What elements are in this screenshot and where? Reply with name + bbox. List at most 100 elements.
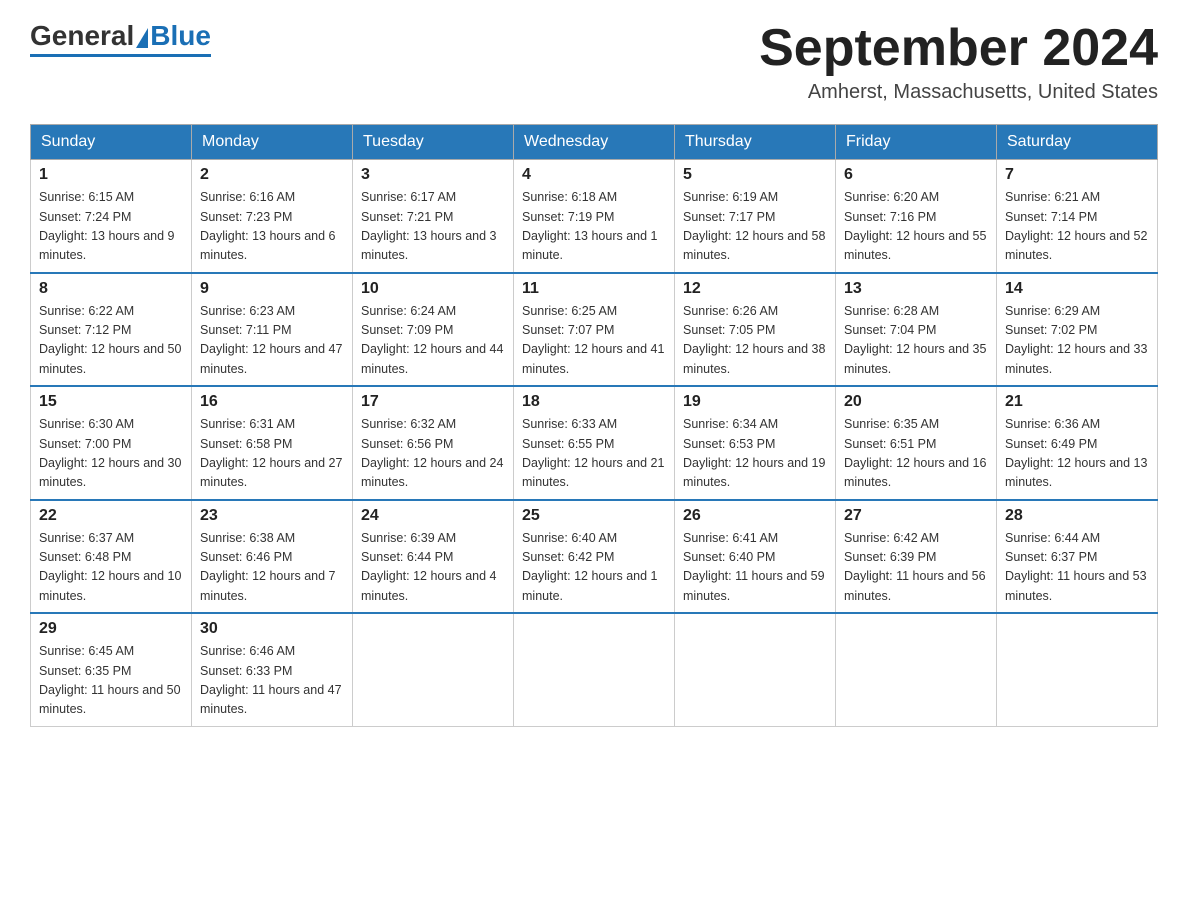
calendar-cell: 6 Sunrise: 6:20 AMSunset: 7:16 PMDaylight… [836, 160, 997, 273]
day-number: 26 [683, 507, 827, 525]
day-info: Sunrise: 6:21 AMSunset: 7:14 PMDaylight:… [1005, 188, 1149, 266]
calendar-cell: 2Sunrise: 6:16 AMSunset: 7:23 PMDaylight… [192, 160, 353, 273]
logo-text: General Blue [30, 20, 211, 52]
calendar-cell: 29 Sunrise: 6:45 AMSunset: 6:35 PMDayligh… [31, 613, 192, 726]
day-info: Sunrise: 6:20 AMSunset: 7:16 PMDaylight:… [844, 188, 988, 266]
day-info: Sunrise: 6:17 AMSunset: 7:21 PMDaylight:… [361, 188, 505, 266]
day-info: Sunrise: 6:32 AMSunset: 6:56 PMDaylight:… [361, 415, 505, 493]
weekday-header-saturday: Saturday [997, 125, 1158, 160]
calendar-cell [514, 613, 675, 726]
calendar-week-row: 1Sunrise: 6:15 AMSunset: 7:24 PMDaylight… [31, 160, 1158, 273]
day-number: 24 [361, 507, 505, 525]
day-info: Sunrise: 6:33 AMSunset: 6:55 PMDaylight:… [522, 415, 666, 493]
calendar-week-row: 15 Sunrise: 6:30 AMSunset: 7:00 PMDayligh… [31, 386, 1158, 500]
day-info: Sunrise: 6:28 AMSunset: 7:04 PMDaylight:… [844, 302, 988, 380]
weekday-header-wednesday: Wednesday [514, 125, 675, 160]
day-info: Sunrise: 6:35 AMSunset: 6:51 PMDaylight:… [844, 415, 988, 493]
day-info: Sunrise: 6:22 AMSunset: 7:12 PMDaylight:… [39, 302, 183, 380]
logo: General Blue [30, 20, 211, 57]
day-number: 4 [522, 166, 666, 184]
calendar-cell: 19Sunrise: 6:34 AMSunset: 6:53 PMDayligh… [675, 386, 836, 500]
day-info: Sunrise: 6:46 AMSunset: 6:33 PMDaylight:… [200, 642, 344, 720]
calendar-cell: 14Sunrise: 6:29 AMSunset: 7:02 PMDayligh… [997, 273, 1158, 387]
day-info: Sunrise: 6:26 AMSunset: 7:05 PMDaylight:… [683, 302, 827, 380]
day-number: 7 [1005, 166, 1149, 184]
weekday-header-monday: Monday [192, 125, 353, 160]
logo-general: General [30, 20, 134, 52]
day-info: Sunrise: 6:16 AMSunset: 7:23 PMDaylight:… [200, 188, 344, 266]
day-number: 1 [39, 166, 183, 184]
day-number: 9 [200, 280, 344, 298]
day-info: Sunrise: 6:44 AMSunset: 6:37 PMDaylight:… [1005, 529, 1149, 607]
calendar-cell: 13 Sunrise: 6:28 AMSunset: 7:04 PMDayligh… [836, 273, 997, 387]
day-number: 27 [844, 507, 988, 525]
day-number: 22 [39, 507, 183, 525]
day-number: 15 [39, 393, 183, 411]
calendar-week-row: 29 Sunrise: 6:45 AMSunset: 6:35 PMDayligh… [31, 613, 1158, 726]
calendar-cell: 8 Sunrise: 6:22 AMSunset: 7:12 PMDaylight… [31, 273, 192, 387]
logo-underline [30, 54, 211, 57]
day-info: Sunrise: 6:40 AMSunset: 6:42 PMDaylight:… [522, 529, 666, 607]
weekday-header-row: SundayMondayTuesdayWednesdayThursdayFrid… [31, 125, 1158, 160]
calendar-cell: 22Sunrise: 6:37 AMSunset: 6:48 PMDayligh… [31, 500, 192, 614]
day-info: Sunrise: 6:38 AMSunset: 6:46 PMDaylight:… [200, 529, 344, 607]
day-number: 13 [844, 280, 988, 298]
calendar-cell: 30 Sunrise: 6:46 AMSunset: 6:33 PMDayligh… [192, 613, 353, 726]
day-number: 16 [200, 393, 344, 411]
calendar-cell: 16Sunrise: 6:31 AMSunset: 6:58 PMDayligh… [192, 386, 353, 500]
day-number: 28 [1005, 507, 1149, 525]
day-info: Sunrise: 6:18 AMSunset: 7:19 PMDaylight:… [522, 188, 666, 266]
weekday-header-friday: Friday [836, 125, 997, 160]
calendar-cell [675, 613, 836, 726]
calendar-cell: 15 Sunrise: 6:30 AMSunset: 7:00 PMDayligh… [31, 386, 192, 500]
day-number: 5 [683, 166, 827, 184]
day-info: Sunrise: 6:23 AMSunset: 7:11 PMDaylight:… [200, 302, 344, 380]
title-section: September 2024 Amherst, Massachusetts, U… [759, 20, 1158, 104]
day-number: 10 [361, 280, 505, 298]
day-number: 18 [522, 393, 666, 411]
calendar-cell: 3 Sunrise: 6:17 AMSunset: 7:21 PMDaylight… [353, 160, 514, 273]
calendar-cell: 25 Sunrise: 6:40 AMSunset: 6:42 PMDayligh… [514, 500, 675, 614]
day-number: 21 [1005, 393, 1149, 411]
calendar-cell: 7 Sunrise: 6:21 AMSunset: 7:14 PMDaylight… [997, 160, 1158, 273]
day-info: Sunrise: 6:29 AMSunset: 7:02 PMDaylight:… [1005, 302, 1149, 380]
day-number: 25 [522, 507, 666, 525]
logo-blue: Blue [150, 20, 211, 52]
day-info: Sunrise: 6:45 AMSunset: 6:35 PMDaylight:… [39, 642, 183, 720]
calendar-cell: 28 Sunrise: 6:44 AMSunset: 6:37 PMDayligh… [997, 500, 1158, 614]
day-info: Sunrise: 6:25 AMSunset: 7:07 PMDaylight:… [522, 302, 666, 380]
calendar-cell: 27 Sunrise: 6:42 AMSunset: 6:39 PMDayligh… [836, 500, 997, 614]
day-number: 12 [683, 280, 827, 298]
day-info: Sunrise: 6:24 AMSunset: 7:09 PMDaylight:… [361, 302, 505, 380]
day-number: 19 [683, 393, 827, 411]
page-header: General Blue September 2024 Amherst, Mas… [30, 20, 1158, 104]
day-number: 8 [39, 280, 183, 298]
day-number: 6 [844, 166, 988, 184]
calendar-cell: 11 Sunrise: 6:25 AMSunset: 7:07 PMDayligh… [514, 273, 675, 387]
day-info: Sunrise: 6:30 AMSunset: 7:00 PMDaylight:… [39, 415, 183, 493]
month-title: September 2024 [759, 20, 1158, 77]
day-info: Sunrise: 6:36 AMSunset: 6:49 PMDaylight:… [1005, 415, 1149, 493]
day-number: 30 [200, 620, 344, 638]
day-number: 11 [522, 280, 666, 298]
calendar-cell: 9 Sunrise: 6:23 AMSunset: 7:11 PMDaylight… [192, 273, 353, 387]
day-info: Sunrise: 6:42 AMSunset: 6:39 PMDaylight:… [844, 529, 988, 607]
calendar-cell: 21 Sunrise: 6:36 AMSunset: 6:49 PMDayligh… [997, 386, 1158, 500]
day-number: 3 [361, 166, 505, 184]
logo-triangle-icon [136, 28, 148, 48]
day-number: 17 [361, 393, 505, 411]
calendar-cell: 20Sunrise: 6:35 AMSunset: 6:51 PMDayligh… [836, 386, 997, 500]
calendar-cell [836, 613, 997, 726]
calendar-cell: 17 Sunrise: 6:32 AMSunset: 6:56 PMDayligh… [353, 386, 514, 500]
calendar-cell: 5Sunrise: 6:19 AMSunset: 7:17 PMDaylight… [675, 160, 836, 273]
day-info: Sunrise: 6:39 AMSunset: 6:44 PMDaylight:… [361, 529, 505, 607]
calendar-cell: 10 Sunrise: 6:24 AMSunset: 7:09 PMDayligh… [353, 273, 514, 387]
calendar-cell [353, 613, 514, 726]
day-number: 29 [39, 620, 183, 638]
day-number: 23 [200, 507, 344, 525]
calendar-cell: 1Sunrise: 6:15 AMSunset: 7:24 PMDaylight… [31, 160, 192, 273]
calendar-table: SundayMondayTuesdayWednesdayThursdayFrid… [30, 124, 1158, 727]
calendar-cell: 4 Sunrise: 6:18 AMSunset: 7:19 PMDaylight… [514, 160, 675, 273]
calendar-cell [997, 613, 1158, 726]
calendar-week-row: 22Sunrise: 6:37 AMSunset: 6:48 PMDayligh… [31, 500, 1158, 614]
